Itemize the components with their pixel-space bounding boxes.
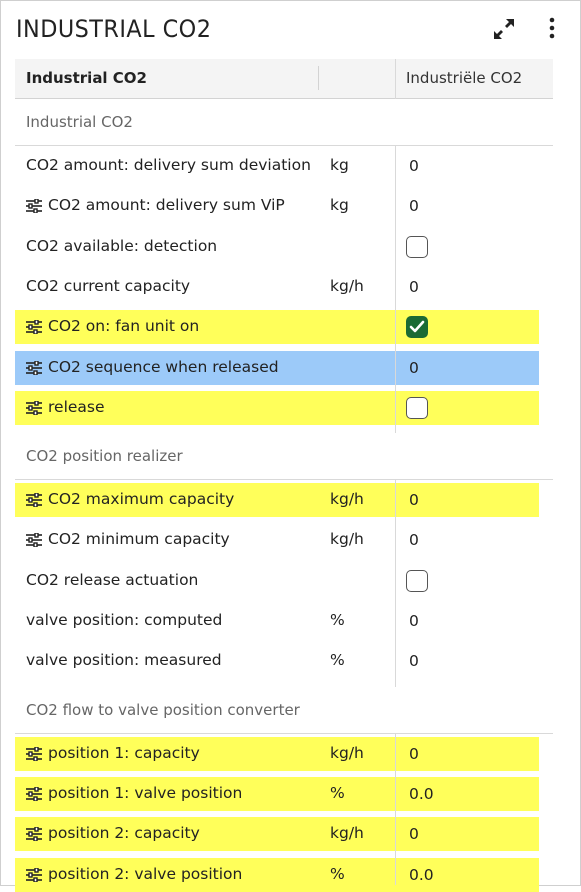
table-row[interactable]: CO2 minimum capacity kg/h 0: [15, 523, 539, 557]
table-row[interactable]: valve position: measured% 0: [15, 644, 539, 678]
row-value[interactable]: 0: [409, 745, 419, 763]
row-unit: kg/h: [330, 530, 364, 549]
section-header: Industrial CO2: [15, 99, 553, 146]
row-label: CO2 available: detection: [26, 236, 218, 255]
row-value[interactable]: 0: [409, 157, 419, 175]
tune-sliders-icon: [26, 786, 42, 801]
row-value[interactable]: 0: [409, 531, 419, 549]
table-row[interactable]: valve position: computed% 0: [15, 604, 539, 638]
row-unit: kg/h: [330, 824, 364, 843]
tune-sliders-icon: [26, 533, 42, 548]
table-row[interactable]: CO2 amount: delivery sum ViP kg 0: [15, 189, 539, 223]
table-row[interactable]: release: [15, 390, 539, 425]
row-value[interactable]: 0: [409, 491, 419, 509]
panel-header: INDUSTRIAL CO2: [1, 1, 581, 59]
widget-panel: INDUSTRIAL CO2 Industrial CO2 Industriël…: [0, 0, 581, 892]
table-row[interactable]: CO2 maximum capacity kg/h 0: [15, 483, 539, 518]
row-value[interactable]: 0: [409, 197, 419, 215]
row-value[interactable]: 0: [409, 359, 419, 377]
tune-sliders-icon: [26, 827, 42, 842]
table-row[interactable]: CO2 current capacity kg/h 0: [15, 270, 539, 304]
row-unit: kg/h: [330, 490, 364, 509]
tune-sliders-icon: [26, 493, 42, 508]
table-row[interactable]: CO2 on: fan unit on: [15, 310, 539, 345]
row-label: CO2 amount: delivery sum deviation: [26, 156, 311, 174]
checkbox-checked[interactable]: [406, 316, 428, 339]
column-divider: [395, 146, 396, 434]
row-label: CO2 minimum capacity: [48, 530, 230, 549]
table-row[interactable]: position 2: valve position% 0.0: [15, 857, 539, 892]
expand-arrows-icon[interactable]: [491, 16, 517, 42]
section-header: CO2 position realizer: [15, 433, 553, 481]
row-label: CO2 amount: delivery sum ViP: [48, 196, 285, 215]
data-table: Industrial CO2 Industriële CO2 Industria…: [15, 59, 553, 892]
row-label: valve position: measured: [26, 651, 222, 670]
tune-sliders-icon: [26, 867, 42, 882]
row-unit: %: [330, 651, 345, 670]
column-divider: [395, 480, 396, 687]
tune-sliders-icon: [26, 400, 42, 415]
row-label: position 2: valve position: [48, 864, 243, 883]
table-header: Industrial CO2 Industriële CO2: [15, 59, 553, 99]
row-unit: %: [330, 864, 345, 883]
row-label: CO2 release actuation: [26, 570, 199, 589]
row-value[interactable]: 0.0: [409, 866, 434, 884]
panel-title: INDUSTRIAL CO2: [16, 15, 212, 43]
row-unit: kg: [330, 156, 349, 174]
section-header: CO2 flow to valve position converter: [15, 686, 553, 734]
tune-sliders-icon: [26, 320, 42, 335]
row-value[interactable]: 0: [409, 612, 419, 630]
tune-sliders-icon: [26, 360, 42, 375]
header-label: Industrial CO2: [26, 69, 147, 87]
row-unit: %: [330, 783, 345, 802]
row-label: position 2: capacity: [48, 824, 200, 843]
row-unit: %: [330, 611, 345, 629]
section-label: CO2 position realizer: [26, 447, 183, 466]
row-label: release: [48, 397, 105, 416]
row-value[interactable]: 0: [409, 825, 419, 843]
table-row[interactable]: CO2 sequence when released 0: [15, 350, 539, 385]
tune-sliders-icon: [26, 746, 42, 761]
checkbox[interactable]: [406, 235, 428, 258]
checkmark-icon: [409, 320, 425, 333]
checkbox[interactable]: [406, 569, 428, 592]
column-divider: [395, 59, 396, 99]
section-label: Industrial CO2: [26, 113, 133, 131]
more-vertical-icon[interactable]: [542, 16, 562, 42]
row-label: valve position: computed: [26, 611, 223, 629]
row-label: position 1: valve position: [48, 783, 243, 802]
row-label: CO2 on: fan unit on: [48, 317, 200, 336]
header-divider: [318, 66, 319, 90]
checkbox[interactable]: [406, 396, 428, 419]
row-label: CO2 maximum capacity: [48, 490, 235, 509]
row-label: position 1: capacity: [48, 743, 200, 762]
row-unit: kg/h: [330, 743, 364, 762]
table-row[interactable]: position 1: capacity kg/h 0: [15, 736, 539, 771]
row-value[interactable]: 0.0: [409, 785, 434, 803]
header-column-label: Industriële CO2: [406, 69, 523, 87]
table-row[interactable]: CO2 amount: delivery sum deviation kg 0: [15, 149, 539, 183]
row-value[interactable]: 0: [409, 652, 419, 670]
column-divider: [395, 733, 396, 885]
row-label: CO2 sequence when released: [48, 357, 279, 376]
tune-sliders-icon: [26, 199, 42, 214]
table-row[interactable]: CO2 release actuation: [15, 564, 539, 598]
table-row[interactable]: position 1: valve position% 0.0: [15, 776, 539, 811]
row-label: CO2 current capacity: [26, 276, 191, 295]
section-label: CO2 flow to valve position converter: [26, 700, 300, 719]
row-unit: kg: [330, 196, 349, 215]
row-value[interactable]: 0: [409, 278, 419, 296]
table-row[interactable]: CO2 available: detection: [15, 230, 539, 264]
row-unit: kg/h: [330, 276, 364, 295]
table-row[interactable]: position 2: capacity kg/h 0: [15, 817, 539, 852]
